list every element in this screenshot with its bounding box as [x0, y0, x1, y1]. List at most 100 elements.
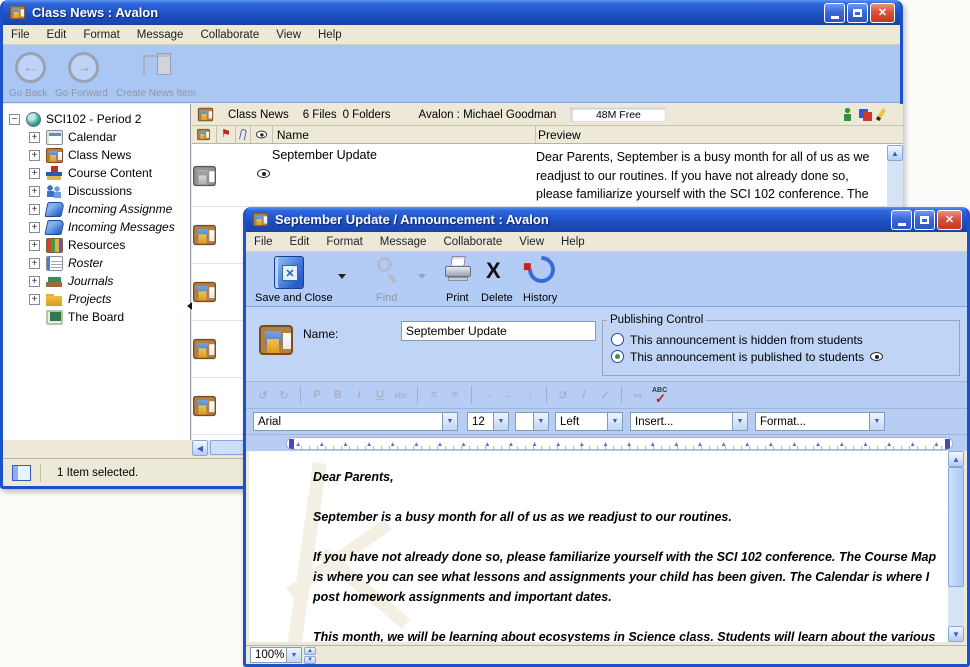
numbered-list-icon[interactable]: ≡ — [425, 386, 443, 404]
edit-pencil-icon[interactable] — [876, 108, 886, 121]
font-color-select[interactable]: ▼ — [515, 412, 549, 431]
pen-check-icon[interactable]: ✓ — [596, 386, 614, 404]
expand-icon[interactable]: + — [29, 204, 40, 215]
expand-icon[interactable]: + — [29, 276, 40, 287]
stacked-items-icon[interactable] — [859, 109, 872, 121]
announcement-titlebar[interactable]: September Update / Announcement : Avalon… — [246, 207, 967, 232]
menu-edit[interactable]: Edit — [290, 236, 310, 248]
maximize-button[interactable] — [847, 3, 868, 23]
close-button[interactable]: ✕ — [937, 210, 962, 230]
toggle-panes-icon[interactable] — [12, 465, 31, 481]
tree-item-the-board[interactable]: The Board — [3, 308, 190, 326]
menu-edit[interactable]: Edit — [47, 29, 67, 41]
font-family-select[interactable]: Arial▼ — [253, 412, 458, 431]
scroll-up-arrow[interactable]: ▲ — [887, 145, 903, 161]
pen-icon[interactable]: / — [575, 386, 593, 404]
announcement-body-editor[interactable]: Dear Parents, September is a busy month … — [249, 451, 964, 642]
menu-message[interactable]: Message — [137, 29, 184, 41]
find-icon[interactable] — [374, 256, 400, 286]
radio-checked-icon[interactable] — [611, 350, 624, 363]
alignment-select[interactable]: Left▼ — [555, 412, 623, 431]
chevron-down-icon[interactable]: ▼ — [533, 413, 548, 430]
expand-icon[interactable]: + — [29, 294, 40, 305]
flag-column-icon[interactable]: ⚑ — [221, 129, 231, 140]
save-options-dropdown-icon[interactable] — [338, 274, 346, 279]
font-size-select[interactable]: 12▼ — [467, 412, 509, 431]
spinner-down-icon[interactable]: ▼ — [304, 656, 316, 664]
strikethrough-icon[interactable]: abc — [392, 386, 410, 404]
tree-root[interactable]: − SCI102 - Period 2 — [3, 110, 190, 128]
expand-icon[interactable]: + — [29, 186, 40, 197]
radio-hidden-option[interactable]: This announcement is hidden from student… — [603, 331, 959, 348]
column-header-name[interactable]: Name — [277, 128, 309, 142]
name-input[interactable] — [401, 321, 596, 341]
format-select[interactable]: Format...▼ — [755, 412, 885, 431]
tree-item-roster[interactable]: +Roster — [3, 254, 190, 272]
menu-view[interactable]: View — [276, 29, 301, 41]
indent-decrease-icon[interactable]: ← — [500, 386, 518, 404]
bold-icon[interactable]: B — [329, 386, 347, 404]
tree-item-incoming-assignments[interactable]: +Incoming Assignme — [3, 200, 190, 218]
tree-item-projects[interactable]: +Projects — [3, 290, 190, 308]
create-news-item-icon[interactable] — [143, 53, 173, 81]
expand-icon[interactable]: + — [29, 168, 40, 179]
undo-icon[interactable]: ↺ — [254, 386, 272, 404]
tree-item-calendar[interactable]: +Calendar — [3, 128, 190, 146]
expand-icon[interactable]: + — [29, 222, 40, 233]
minimize-button[interactable] — [824, 3, 845, 23]
go-back-button[interactable]: ← — [15, 52, 46, 83]
expand-icon[interactable]: + — [29, 150, 40, 161]
menu-file[interactable]: File — [11, 29, 30, 41]
minimize-button[interactable] — [891, 210, 912, 230]
bullet-list-icon[interactable]: ≡ — [446, 386, 464, 404]
chevron-down-icon[interactable]: ▼ — [869, 413, 884, 430]
left-margin-marker[interactable] — [289, 439, 294, 449]
chevron-down-icon[interactable]: ▼ — [732, 413, 747, 430]
chevron-down-icon[interactable]: ▼ — [607, 413, 622, 430]
delete-icon[interactable]: X — [486, 260, 501, 282]
tree-item-resources[interactable]: +Resources — [3, 236, 190, 254]
editor-vertical-scrollbar[interactable]: ▲ ▼ — [948, 451, 964, 642]
chevron-down-icon[interactable]: ▼ — [442, 413, 457, 430]
menu-collaborate[interactable]: Collaborate — [443, 236, 502, 248]
insert-select[interactable]: Insert...▼ — [630, 412, 748, 431]
main-titlebar[interactable]: Class News : Avalon ✕ — [3, 0, 900, 25]
online-user-icon[interactable] — [843, 108, 852, 121]
plain-style-icon[interactable]: P — [308, 386, 326, 404]
zoom-spinner[interactable]: ▲ ▼ — [304, 647, 316, 663]
spinner-up-icon[interactable]: ▲ — [304, 647, 316, 655]
underline-icon[interactable]: U — [371, 386, 389, 404]
redo-icon[interactable]: ↻ — [275, 386, 293, 404]
signature-icon[interactable]: ∾ — [629, 386, 647, 404]
tree-item-discussions[interactable]: +Discussions — [3, 182, 190, 200]
expand-icon[interactable]: + — [29, 240, 40, 251]
menu-file[interactable]: File — [254, 236, 273, 248]
list-item-september-update[interactable]: September Update Dear Parents, September… — [192, 145, 887, 207]
maximize-button[interactable] — [914, 210, 935, 230]
indent-increase-icon[interactable]: → — [479, 386, 497, 404]
radio-unchecked-icon[interactable] — [611, 333, 624, 346]
expand-icon[interactable]: + — [29, 132, 40, 143]
tree-item-incoming-messages[interactable]: +Incoming Messages — [3, 218, 190, 236]
ruler[interactable]: ▲▲▲▲▲▲▲▲▲▲▲▲▲▲▲▲▲▲▲▲▲▲▲▲▲▲▲▲ — [286, 437, 953, 450]
tree-item-class-news[interactable]: +Class News — [3, 146, 190, 164]
expand-icon[interactable]: + — [29, 258, 40, 269]
item-type-column-icon[interactable] — [197, 129, 210, 140]
print-icon[interactable] — [444, 256, 472, 282]
menu-help[interactable]: Help — [561, 236, 585, 248]
rotate-icon[interactable]: ↺ — [554, 386, 572, 404]
radio-published-option[interactable]: This announcement is published to studen… — [603, 348, 959, 365]
close-button[interactable]: ✕ — [870, 3, 895, 23]
zoom-select[interactable]: 100%▼ — [250, 647, 302, 663]
italic-icon[interactable]: I — [350, 386, 368, 404]
menu-help[interactable]: Help — [318, 29, 342, 41]
right-margin-marker[interactable] — [945, 439, 950, 449]
save-and-close-icon[interactable]: ✕ — [274, 256, 304, 289]
scrollbar-thumb[interactable] — [948, 467, 964, 587]
attachment-column-icon[interactable] — [239, 128, 247, 140]
go-forward-button[interactable]: → — [68, 52, 99, 83]
scroll-up-arrow[interactable]: ▲ — [948, 451, 964, 467]
scroll-down-arrow[interactable]: ▼ — [948, 626, 964, 642]
menu-message[interactable]: Message — [380, 236, 427, 248]
tree-item-course-content[interactable]: +Course Content — [3, 164, 190, 182]
